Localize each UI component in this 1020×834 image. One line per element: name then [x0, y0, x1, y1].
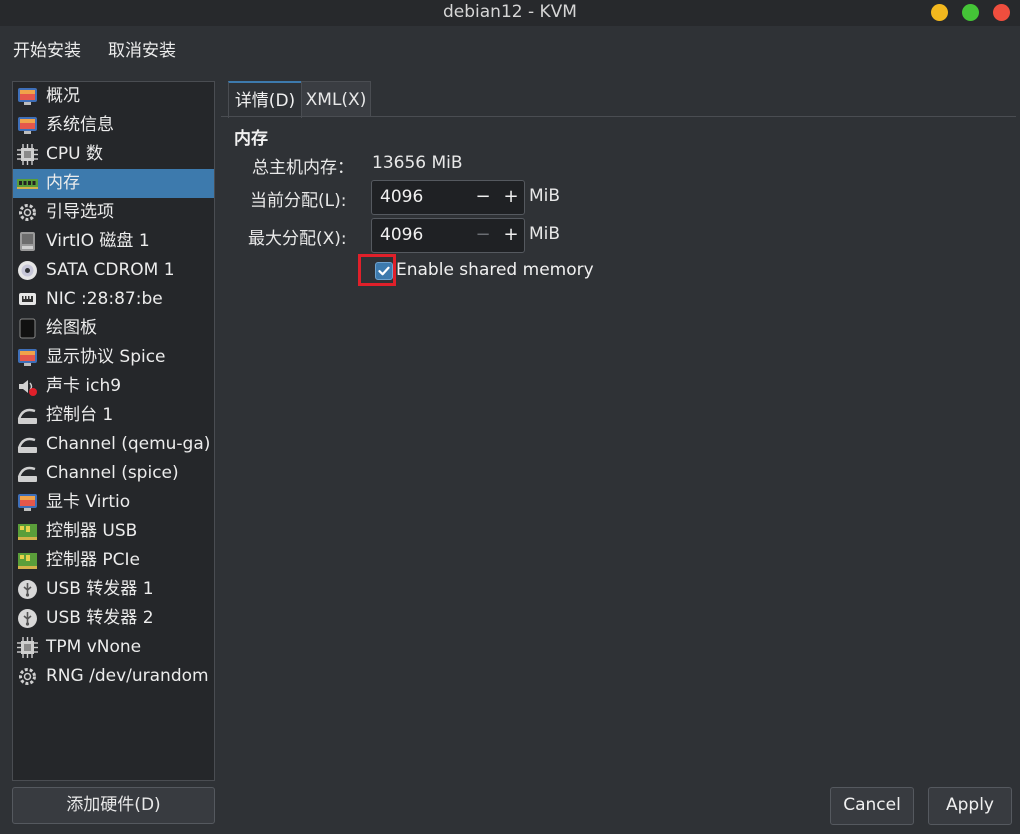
sidebar-item[interactable]: USB 转发器 1: [13, 575, 214, 604]
sidebar-item-label: 声卡 ich9: [46, 376, 122, 396]
sidebar-item[interactable]: 显示协议 Spice: [13, 343, 214, 372]
sidebar-item[interactable]: 控制器 USB: [13, 517, 214, 546]
sidebar-item-label: VirtIO 磁盘 1: [46, 231, 150, 251]
cdrom-icon: [17, 260, 38, 281]
sidebar-item[interactable]: RNG /dev/urandom: [13, 662, 214, 691]
menu-bar: 开始安装 取消安装: [0, 26, 1020, 70]
section-title: 内存: [234, 129, 268, 149]
max-allocation-input[interactable]: 4096: [380, 225, 423, 245]
sidebar-item[interactable]: 引导选项: [13, 198, 214, 227]
title-bar: debian12 - KVM: [0, 0, 1020, 26]
sidebar-item-label: NIC :28:87:be: [46, 289, 163, 309]
sidebar-item[interactable]: CPU 数: [13, 140, 214, 169]
sidebar-item[interactable]: 概况: [13, 82, 214, 111]
current-allocation-label: 当前分配(L):: [250, 191, 347, 211]
tab-xml[interactable]: XML(X): [301, 81, 371, 117]
max-decrement-button[interactable]: −: [470, 222, 496, 248]
sidebar-item-label: 绘图板: [46, 318, 97, 338]
add-hardware-button[interactable]: 添加硬件(D): [12, 787, 215, 824]
sidebar-item-label: TPM vNone: [46, 637, 142, 657]
sidebar-item-label: RNG /dev/urandom: [46, 666, 209, 686]
sidebar-item-label: CPU 数: [46, 144, 103, 164]
shared-memory-checkbox[interactable]: [375, 262, 393, 280]
shared-memory-label[interactable]: Enable shared memory: [396, 260, 594, 280]
max-allocation-label: 最大分配(X):: [248, 229, 347, 249]
sidebar-item[interactable]: 系统信息: [13, 111, 214, 140]
disk-icon: [17, 231, 38, 252]
serial-icon: [17, 463, 38, 484]
tab-details[interactable]: 详情(D): [228, 81, 302, 118]
minimize-button[interactable]: [931, 4, 948, 21]
sidebar-item[interactable]: 控制台 1: [13, 401, 214, 430]
tab-divider: [221, 116, 1016, 117]
hardware-list[interactable]: 概况系统信息 CPU 数内存引导选项 VirtIO 磁盘 1 SATA CDROM 1…: [12, 81, 215, 781]
sidebar-item[interactable]: Channel (spice): [13, 459, 214, 488]
sidebar-item[interactable]: Channel (qemu-ga): [13, 430, 214, 459]
sidebar-item[interactable]: SATA CDROM 1: [13, 256, 214, 285]
sidebar-item-label: 控制器 USB: [46, 521, 138, 541]
monitor-icon: [17, 115, 38, 136]
controller-icon: [17, 521, 38, 542]
sidebar-item-label: 概况: [46, 86, 80, 106]
sidebar-item[interactable]: NIC :28:87:be: [13, 285, 214, 314]
sidebar-item-label: 控制台 1: [46, 405, 114, 425]
sidebar-item-label: SATA CDROM 1: [46, 260, 175, 280]
sidebar-item-label: Channel (qemu-ga): [46, 434, 211, 454]
sidebar-item-label: 系统信息: [46, 115, 114, 135]
close-button[interactable]: [993, 4, 1010, 21]
serial-icon: [17, 434, 38, 455]
sidebar-item-label: Channel (spice): [46, 463, 179, 483]
current-allocation-spinner: 4096 − +: [371, 180, 525, 215]
total-memory-label: 总主机内存：: [252, 158, 354, 178]
max-allocation-spinner: 4096 − +: [371, 218, 525, 253]
sidebar-item-label: 控制器 PCIe: [46, 550, 140, 570]
sidebar-item[interactable]: TPM vNone: [13, 633, 214, 662]
sidebar-item[interactable]: USB 转发器 2: [13, 604, 214, 633]
sidebar-item-label: 引导选项: [46, 202, 114, 222]
sidebar-item[interactable]: 声卡 ich9: [13, 372, 214, 401]
controller-icon: [17, 550, 38, 571]
sidebar-item[interactable]: 绘图板: [13, 314, 214, 343]
usb-icon: [17, 579, 38, 600]
cancel-install-menu[interactable]: 取消安装: [108, 36, 176, 61]
sidebar-item[interactable]: 显卡 Virtio: [13, 488, 214, 517]
total-memory-value: 13656 MiB: [372, 153, 463, 173]
sidebar-item-label: 显卡 Virtio: [46, 492, 131, 512]
speaker-icon: [17, 376, 38, 397]
sidebar-item[interactable]: 控制器 PCIe: [13, 546, 214, 575]
cancel-button[interactable]: Cancel: [830, 787, 914, 825]
apply-button[interactable]: Apply: [928, 787, 1012, 825]
memory-icon: [17, 173, 38, 194]
sidebar-item[interactable]: 内存: [13, 169, 214, 198]
sidebar-item-label: 显示协议 Spice: [46, 347, 166, 367]
sidebar-item[interactable]: VirtIO 磁盘 1: [13, 227, 214, 256]
current-decrement-button[interactable]: −: [470, 184, 496, 210]
sidebar-item-label: USB 转发器 2: [46, 608, 154, 628]
maximize-button[interactable]: [962, 4, 979, 21]
monitor-icon: [17, 347, 38, 368]
gear-icon: [17, 202, 38, 223]
usb-icon: [17, 608, 38, 629]
cpu-icon: [17, 144, 38, 165]
monitor-icon: [17, 86, 38, 107]
sidebar-item-label: 内存: [46, 173, 80, 193]
cpu-icon: [17, 637, 38, 658]
serial-icon: [17, 405, 38, 426]
tablet-icon: [17, 318, 38, 339]
window-title: debian12 - KVM: [443, 2, 577, 22]
max-increment-button[interactable]: +: [498, 222, 524, 248]
begin-install-menu[interactable]: 开始安装: [13, 36, 81, 61]
current-increment-button[interactable]: +: [498, 184, 524, 210]
check-icon: [378, 266, 390, 276]
current-unit-label: MiB: [529, 186, 561, 206]
monitor-icon: [17, 492, 38, 513]
sidebar-item-label: USB 转发器 1: [46, 579, 154, 599]
current-allocation-input[interactable]: 4096: [380, 187, 423, 207]
network-icon: [17, 289, 38, 310]
max-unit-label: MiB: [529, 224, 561, 244]
gear-icon: [17, 666, 38, 687]
